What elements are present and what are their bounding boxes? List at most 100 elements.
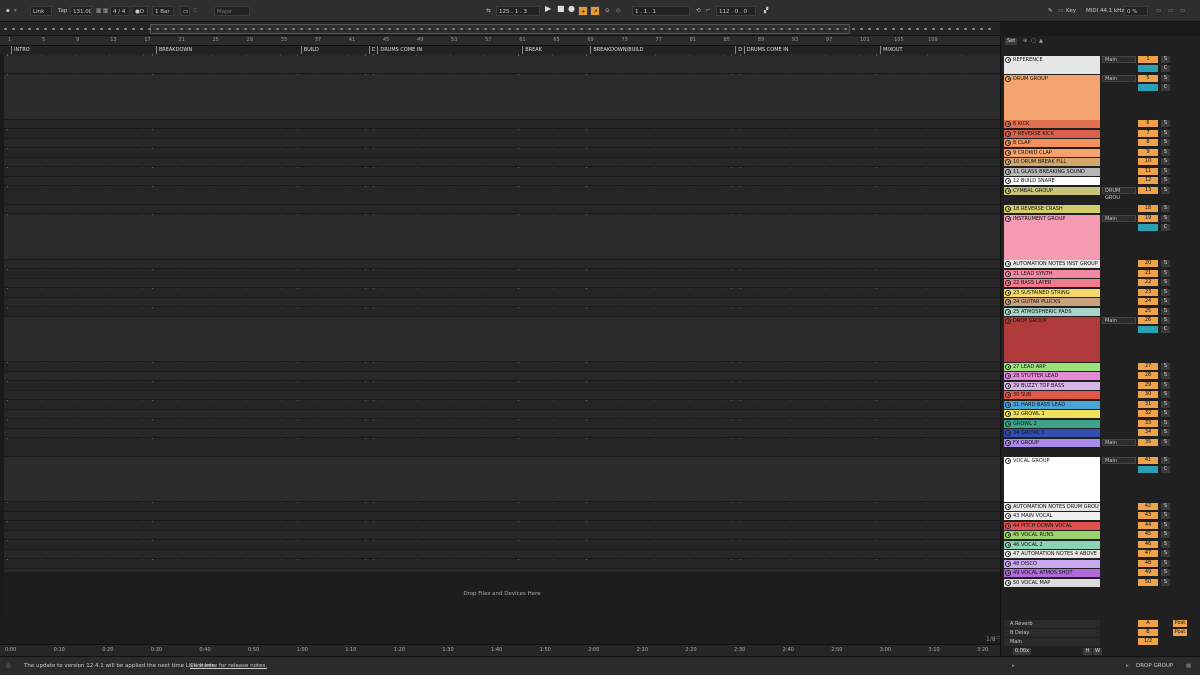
track-header[interactable]: GROWL 2 — [1004, 419, 1100, 428]
track-fold-icon[interactable] — [1005, 579, 1011, 586]
track-activator[interactable]: 29 — [1138, 381, 1158, 389]
solo-button[interactable]: S — [1161, 521, 1170, 529]
locator[interactable]: BREAK — [522, 46, 588, 54]
track-activator[interactable]: 22 — [1138, 279, 1158, 286]
locator[interactable]: BREAKDOWN/BUILD — [590, 46, 733, 54]
output-routing-select[interactable]: Main — [1102, 457, 1136, 464]
release-notes-link[interactable]: Click here for release notes. — [190, 663, 267, 669]
solo-button[interactable]: S — [1161, 205, 1170, 212]
track-header[interactable]: 43 MAIN VOCAL — [1004, 512, 1100, 520]
solo-button[interactable]: S — [1161, 531, 1170, 538]
track-header[interactable]: 50 VOCAL MAP — [1004, 578, 1100, 587]
loop-toggle-icon[interactable]: ⟲ — [694, 6, 703, 16]
track-header[interactable]: CYMBAL GROUP — [1004, 186, 1100, 195]
track-activator[interactable]: 43 — [1138, 512, 1158, 519]
track-header[interactable]: AUTOMATION NOTES DRUM GROU — [1004, 502, 1100, 511]
track-header[interactable]: 18 REVERSE CRASH — [1004, 205, 1100, 213]
link-indicator-icon[interactable]: ▪ — [4, 6, 12, 16]
track-fold-icon[interactable] — [1005, 570, 1011, 576]
overdub-icon[interactable]: ◇ — [614, 6, 622, 16]
track-header[interactable]: 23 SUSTAINED STRING — [1004, 288, 1100, 297]
track-header[interactable]: DRUM GROUP — [1004, 74, 1100, 120]
scale-select[interactable]: Major — [214, 6, 250, 16]
track-header[interactable]: 10 DRUM BREAK FILL — [1004, 158, 1100, 166]
tempo-nudge-icon[interactable]: ▥ ▥ — [94, 6, 110, 16]
track-fold-icon[interactable] — [1005, 206, 1011, 212]
track-fold-icon[interactable] — [1005, 439, 1011, 446]
track-lane[interactable] — [4, 521, 1000, 531]
solo-button[interactable]: S — [1161, 148, 1170, 156]
track-fold-icon[interactable] — [1005, 270, 1011, 277]
track-activator[interactable]: 48 — [1138, 559, 1158, 567]
track-header[interactable]: 7 REVERSE KICK — [1004, 129, 1100, 138]
time-ruler[interactable]: 0:00 0:10 0:20 0:30 0:40 0:50 1:00 1:10 1:20 1:30… — [0, 644, 1000, 656]
track-header[interactable]: 21 LEAD SYNTH — [1004, 269, 1100, 278]
track-activator[interactable]: 44 — [1138, 521, 1158, 529]
info-icon[interactable]: ◎ — [6, 663, 11, 669]
track-lane[interactable] — [4, 550, 1000, 559]
track-activator[interactable]: 50 — [1138, 578, 1158, 586]
track-fold-icon[interactable] — [1005, 513, 1011, 519]
solo-button[interactable]: S — [1161, 512, 1170, 519]
track-activator[interactable]: 32 — [1138, 410, 1158, 417]
loop-length-field[interactable]: 112 . 0 . 0 — [716, 6, 756, 16]
track-lane[interactable] — [4, 139, 1000, 148]
return-activator[interactable]: 1/2 — [1138, 638, 1158, 645]
solo-button[interactable]: S — [1161, 260, 1170, 267]
output-routing-select[interactable]: Main — [1102, 214, 1136, 222]
solo-button[interactable]: S — [1161, 400, 1170, 408]
track-lane[interactable] — [4, 512, 1000, 521]
root-note-select[interactable]: C — [192, 6, 200, 16]
track-header[interactable]: INSTRUMENT GROUP — [1004, 214, 1100, 260]
crossfade-button[interactable]: C — [1161, 65, 1170, 72]
track-header[interactable]: 46 VOCAL 2 — [1004, 540, 1100, 549]
record-button[interactable]: ● — [566, 4, 577, 14]
track-lane[interactable] — [4, 559, 1000, 569]
track-header[interactable]: 31 HARD BASS LEAD — [1004, 400, 1100, 409]
solo-button[interactable]: S — [1161, 269, 1170, 277]
crossfade-button[interactable]: C — [1161, 83, 1170, 91]
track-lane[interactable] — [4, 429, 1000, 438]
track-header[interactable]: REFERENCE — [1004, 56, 1100, 74]
track-lane[interactable] — [4, 531, 1000, 540]
drop-zone[interactable]: Drop Files and Devices Here — [4, 572, 1000, 616]
track-fold-icon[interactable] — [1005, 503, 1011, 510]
track-lane[interactable] — [4, 129, 1000, 139]
track-header[interactable]: DROP GROUP — [1004, 317, 1100, 362]
track-activator[interactable]: 13 — [1138, 186, 1158, 194]
solo-button[interactable]: S — [1161, 540, 1170, 548]
w-button[interactable]: W — [1093, 648, 1102, 655]
track-fold-icon[interactable] — [1005, 430, 1011, 436]
track-header[interactable]: 28 STUTTER LEAD — [1004, 372, 1100, 380]
track-activator[interactable]: 6 — [1138, 120, 1158, 127]
solo-button[interactable]: S — [1161, 167, 1170, 175]
track-fold-icon[interactable] — [1005, 187, 1011, 194]
solo-button[interactable]: S — [1161, 186, 1170, 194]
loop-start-field[interactable]: 1 . 1 . 1 — [632, 6, 690, 16]
track-fold-icon[interactable] — [1005, 299, 1011, 305]
track-header[interactable]: 27 LEAD ARP — [1004, 362, 1100, 371]
expand-icon[interactable]: ▸ — [1012, 663, 1015, 669]
follow-icon[interactable]: ⇆ — [484, 6, 493, 16]
overdub-toggle-icon[interactable]: ⊕ — [1023, 38, 1027, 44]
track-fold-icon[interactable] — [1005, 159, 1011, 165]
track-lane[interactable] — [4, 260, 1000, 269]
track-activator[interactable]: 26 — [1138, 317, 1158, 324]
track-activator[interactable]: 46 — [1138, 540, 1158, 548]
track-fold-icon[interactable] — [1005, 373, 1011, 379]
link-menu-icon[interactable]: ▾ — [12, 6, 19, 16]
locator[interactable]: BUILD — [300, 46, 367, 54]
track-lane[interactable] — [4, 177, 1000, 186]
track-fold-icon[interactable] — [1005, 382, 1011, 389]
solo-button[interactable]: S — [1161, 288, 1170, 296]
solo-button[interactable]: S — [1161, 158, 1170, 165]
return-activator[interactable]: B — [1138, 629, 1158, 636]
time-signature-field[interactable]: 4 / 4 — [110, 6, 130, 16]
track-header[interactable]: 12 BUILD SNARE — [1004, 177, 1100, 185]
locator[interactable]: D — [368, 46, 375, 54]
track-activator[interactable]: 41 — [1138, 457, 1158, 464]
track-fold-icon[interactable] — [1005, 318, 1011, 324]
locator[interactable]: MIXOUT — [880, 46, 918, 54]
track-fold-icon[interactable] — [1005, 363, 1011, 370]
track-lane[interactable] — [4, 186, 1000, 205]
